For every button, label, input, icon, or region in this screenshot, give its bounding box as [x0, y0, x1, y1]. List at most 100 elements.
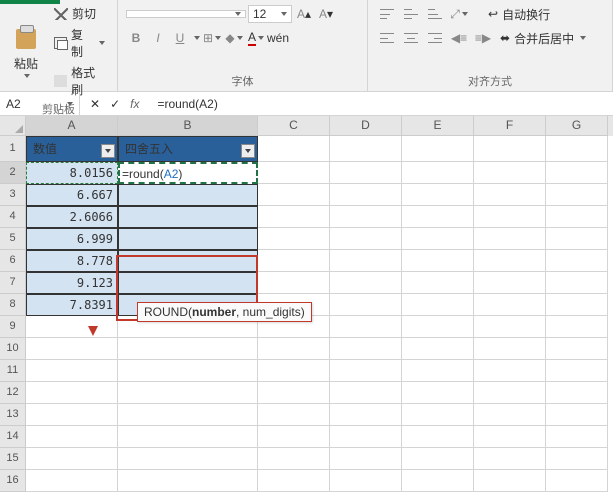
cell[interactable]: [330, 382, 402, 404]
cell[interactable]: [474, 206, 546, 228]
decrease-indent-button[interactable]: ◀≡: [448, 28, 470, 48]
cell[interactable]: [546, 184, 608, 206]
cell[interactable]: [118, 228, 258, 250]
cell[interactable]: [402, 404, 474, 426]
cell[interactable]: [474, 448, 546, 470]
cell[interactable]: [402, 470, 474, 492]
cell[interactable]: 9.123: [26, 272, 118, 294]
cell[interactable]: 6.999: [26, 228, 118, 250]
cell[interactable]: [118, 360, 258, 382]
cell[interactable]: [330, 426, 402, 448]
cell[interactable]: [330, 162, 402, 184]
align-center-button[interactable]: [400, 28, 422, 48]
cell[interactable]: [330, 316, 402, 338]
row-header[interactable]: 4: [0, 206, 26, 228]
orientation-button[interactable]: ⤢: [448, 4, 470, 24]
cell[interactable]: [474, 404, 546, 426]
cell[interactable]: [26, 404, 118, 426]
cell[interactable]: [474, 184, 546, 206]
column-header-E[interactable]: E: [402, 116, 474, 136]
cell[interactable]: [402, 206, 474, 228]
column-header-F[interactable]: F: [474, 116, 546, 136]
copy-button[interactable]: 复制: [50, 25, 109, 61]
row-header[interactable]: 12: [0, 382, 26, 404]
row-header[interactable]: 7: [0, 272, 26, 294]
cell[interactable]: 6.667: [26, 184, 118, 206]
cell[interactable]: [402, 294, 474, 316]
cell[interactable]: [546, 206, 608, 228]
cell[interactable]: [546, 294, 608, 316]
italic-button[interactable]: I: [148, 28, 168, 48]
column-header-D[interactable]: D: [330, 116, 402, 136]
cell[interactable]: [474, 316, 546, 338]
cell[interactable]: [330, 448, 402, 470]
cell[interactable]: [26, 448, 118, 470]
cell[interactable]: [330, 294, 402, 316]
cell[interactable]: [26, 338, 118, 360]
cell[interactable]: [330, 250, 402, 272]
cell[interactable]: [402, 426, 474, 448]
row-header[interactable]: 3: [0, 184, 26, 206]
row-header[interactable]: 15: [0, 448, 26, 470]
cell[interactable]: [26, 316, 118, 338]
cell[interactable]: [402, 250, 474, 272]
cell[interactable]: [258, 272, 330, 294]
cell[interactable]: 7.8391: [26, 294, 118, 316]
formula-input[interactable]: =round(A2): [149, 97, 613, 111]
cell[interactable]: [330, 338, 402, 360]
header-cell-A[interactable]: 数值: [26, 136, 118, 162]
cell[interactable]: [258, 360, 330, 382]
cell[interactable]: [258, 136, 330, 162]
row-header[interactable]: 13: [0, 404, 26, 426]
align-left-button[interactable]: [376, 28, 398, 48]
align-right-button[interactable]: [424, 28, 446, 48]
cell[interactable]: [118, 206, 258, 228]
cell[interactable]: [258, 338, 330, 360]
underline-button[interactable]: U: [170, 28, 190, 48]
filter-button[interactable]: [241, 144, 255, 158]
cell[interactable]: [474, 426, 546, 448]
cell[interactable]: [474, 250, 546, 272]
align-bottom-button[interactable]: [424, 4, 446, 24]
cell[interactable]: [546, 448, 608, 470]
row-header[interactable]: 5: [0, 228, 26, 250]
cell[interactable]: 8.778: [26, 250, 118, 272]
row-header[interactable]: 2: [0, 162, 26, 184]
row-header[interactable]: 9: [0, 316, 26, 338]
align-top-button[interactable]: [376, 4, 398, 24]
row-header[interactable]: 16: [0, 470, 26, 492]
cell[interactable]: [546, 272, 608, 294]
align-middle-button[interactable]: [400, 4, 422, 24]
cell[interactable]: [258, 404, 330, 426]
cell[interactable]: [330, 360, 402, 382]
cell[interactable]: [546, 250, 608, 272]
column-header-G[interactable]: G: [546, 116, 608, 136]
cell[interactable]: [546, 316, 608, 338]
cell[interactable]: [118, 338, 258, 360]
row-header[interactable]: 11: [0, 360, 26, 382]
name-box[interactable]: A2: [0, 92, 80, 115]
column-header-C[interactable]: C: [258, 116, 330, 136]
cell[interactable]: [118, 382, 258, 404]
cell[interactable]: [474, 136, 546, 162]
cell[interactable]: [474, 294, 546, 316]
cell[interactable]: [330, 404, 402, 426]
font-size-select[interactable]: 12: [248, 5, 292, 23]
cell[interactable]: [258, 382, 330, 404]
cell[interactable]: [118, 184, 258, 206]
insert-function-button[interactable]: fx: [130, 97, 139, 111]
cell[interactable]: [402, 316, 474, 338]
cell[interactable]: [546, 382, 608, 404]
cell[interactable]: [546, 338, 608, 360]
cell[interactable]: [474, 162, 546, 184]
cell[interactable]: [474, 228, 546, 250]
cell[interactable]: [546, 404, 608, 426]
cell[interactable]: [474, 272, 546, 294]
cell[interactable]: [546, 360, 608, 382]
cell[interactable]: [258, 470, 330, 492]
cell[interactable]: [402, 360, 474, 382]
column-header-A[interactable]: A: [26, 116, 118, 136]
confirm-formula-button[interactable]: ✓: [110, 97, 120, 111]
select-all-corner[interactable]: [0, 116, 26, 136]
cell[interactable]: [258, 448, 330, 470]
